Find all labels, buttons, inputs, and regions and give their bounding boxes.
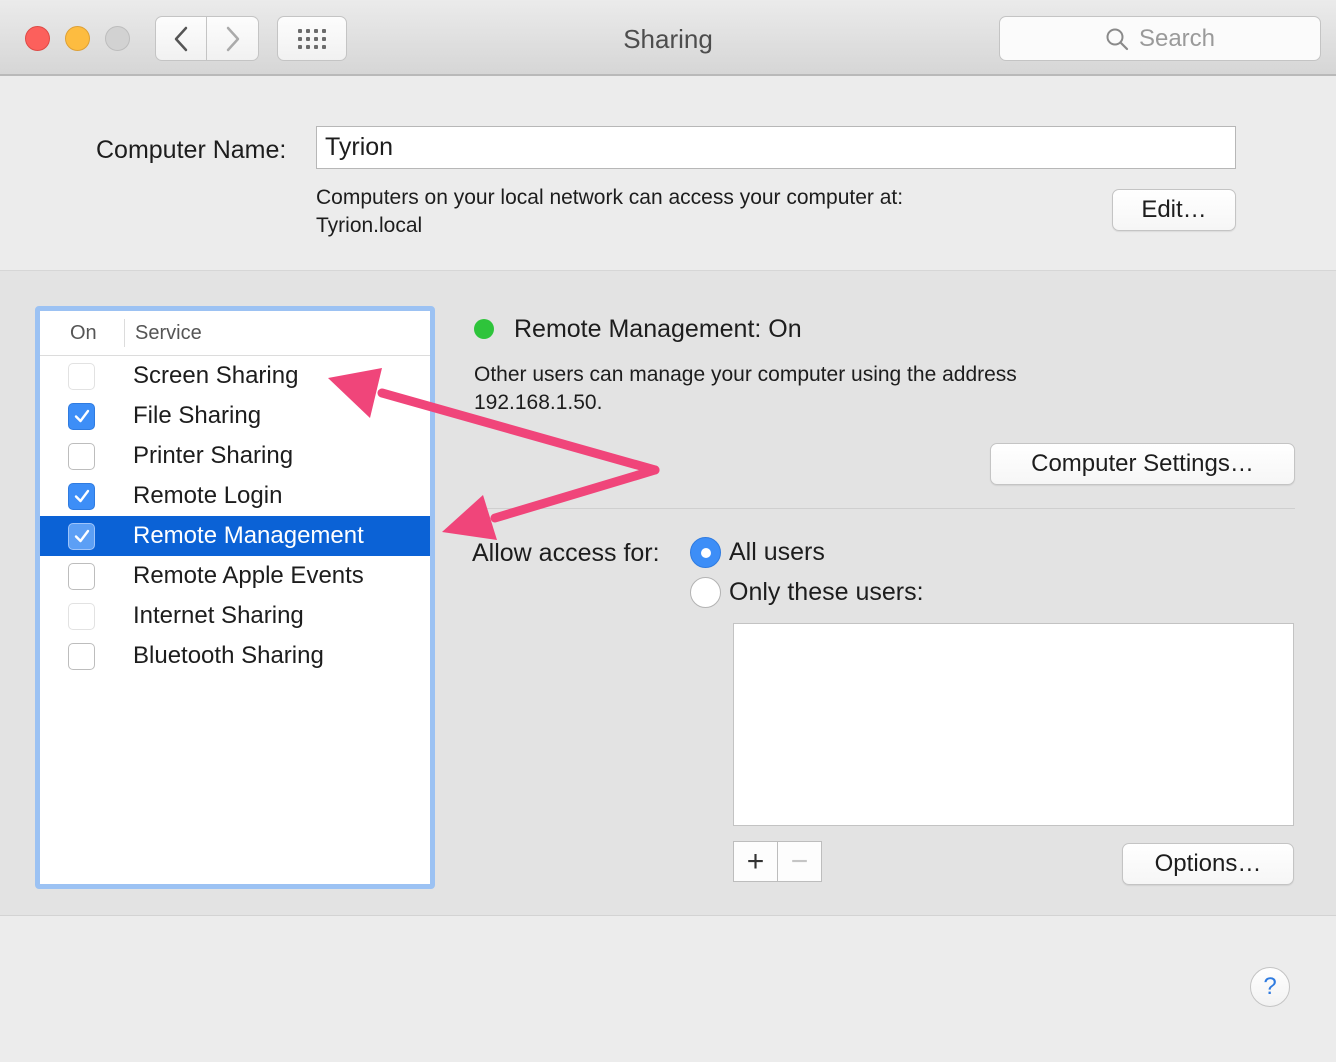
service-name: Screen Sharing <box>133 362 299 389</box>
service-checkbox[interactable] <box>68 402 95 430</box>
add-remove-control: + − <box>733 841 822 882</box>
add-user-button[interactable]: + <box>734 842 778 881</box>
radio-only-these-users-label[interactable]: Only these users: <box>729 578 924 607</box>
service-checkbox[interactable] <box>68 602 95 630</box>
service-checkbox[interactable] <box>68 642 95 670</box>
service-list-header: On Service <box>40 311 430 356</box>
radio-all-users-label[interactable]: All users <box>729 538 825 567</box>
service-name: Remote Apple Events <box>133 562 364 589</box>
options-button[interactable]: Options… <box>1122 843 1294 885</box>
column-header-on[interactable]: On <box>40 319 125 347</box>
service-row[interactable]: Printer Sharing <box>40 436 430 476</box>
service-rows: Screen Sharing File Sharing Printer Sharin… <box>40 356 430 676</box>
allow-access-label: Allow access for: <box>472 539 660 567</box>
service-description-text: Other users can manage your computer usi… <box>474 363 1017 386</box>
service-name: File Sharing <box>133 402 262 429</box>
computer-name-description: Computers on your local network can acce… <box>316 184 903 240</box>
users-list[interactable] <box>733 623 1294 826</box>
checkmark-icon <box>74 409 89 423</box>
service-checkbox[interactable] <box>68 482 95 510</box>
edit-button[interactable]: Edit… <box>1112 189 1236 231</box>
search-placeholder: Search <box>1138 24 1216 52</box>
service-checkbox[interactable] <box>68 562 95 590</box>
service-row[interactable]: Internet Sharing <box>40 596 430 636</box>
service-description: Other users can manage your computer usi… <box>474 361 1017 417</box>
service-row[interactable]: Remote Apple Events <box>40 556 430 596</box>
service-row[interactable]: Screen Sharing <box>40 356 430 396</box>
service-name: Remote Login <box>133 482 283 509</box>
help-button[interactable]: ? <box>1250 967 1290 1007</box>
title-bar: Sharing Search <box>0 0 1336 76</box>
local-hostname: Tyrion.local <box>316 214 423 237</box>
computer-name-section: Computer Name: Computers on your local n… <box>0 78 1336 271</box>
status-indicator-icon <box>474 319 494 339</box>
service-list[interactable]: On Service Screen Sharing File Sharing Pri… <box>35 306 435 889</box>
service-row[interactable]: Bluetooth Sharing <box>40 636 430 676</box>
service-address: 192.168.1.50. <box>474 391 603 414</box>
remove-user-button[interactable]: − <box>778 842 821 881</box>
service-name: Bluetooth Sharing <box>133 642 324 669</box>
radio-all-users[interactable] <box>690 537 721 568</box>
service-checkbox[interactable] <box>68 362 95 390</box>
radio-all-users-row[interactable]: All users <box>690 537 825 568</box>
service-row[interactable]: File Sharing <box>40 396 430 436</box>
service-checkbox[interactable] <box>68 442 95 470</box>
local-access-text: Computers on your local network can acce… <box>316 186 904 209</box>
service-status: Remote Management: On <box>514 315 802 343</box>
service-name: Remote Management <box>133 522 364 549</box>
service-row[interactable]: Remote Management <box>40 516 430 556</box>
sharing-main-pane: On Service Screen Sharing File Sharing Pri… <box>0 271 1336 916</box>
search-field[interactable]: Search <box>999 16 1321 61</box>
computer-settings-button[interactable]: Computer Settings… <box>990 443 1295 485</box>
column-header-service[interactable]: Service <box>125 322 202 345</box>
computer-name-input[interactable] <box>316 126 1236 169</box>
search-icon <box>1106 28 1129 50</box>
computer-name-label: Computer Name: <box>96 136 287 164</box>
divider <box>474 508 1295 509</box>
service-checkbox[interactable] <box>68 522 95 550</box>
checkmark-icon <box>74 489 89 503</box>
checkmark-icon <box>74 529 89 543</box>
service-name: Printer Sharing <box>133 442 294 469</box>
radio-only-these-users-row[interactable]: Only these users: <box>690 577 924 608</box>
service-row[interactable]: Remote Login <box>40 476 430 516</box>
service-name: Internet Sharing <box>133 602 304 629</box>
radio-only-these-users[interactable] <box>690 577 721 608</box>
